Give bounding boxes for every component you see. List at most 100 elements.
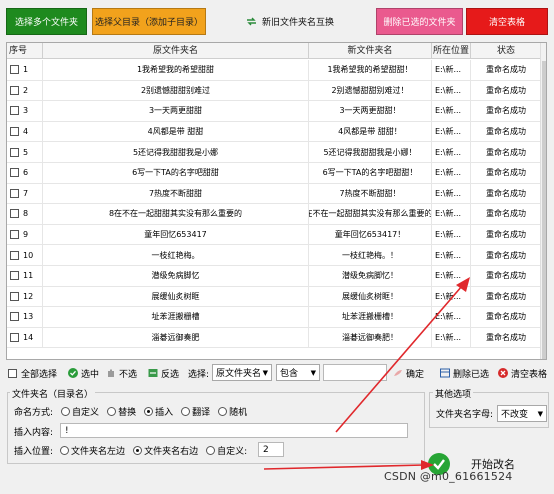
table-row[interactable]: 6 6写一下TA的名字吧甜甜 6写一下TA的名字吧甜甜！ E:\新... 重命名成功 (7, 162, 542, 184)
row-checkbox[interactable] (10, 291, 19, 301)
mode-translate-radio[interactable]: 翻译 (181, 405, 210, 418)
field-select[interactable]: 原文件夹名 ▼ (212, 364, 272, 381)
header-number[interactable]: 序号 (7, 43, 43, 59)
row-number-cell-text: 2 (23, 85, 29, 95)
insert-content-input[interactable]: ! (60, 423, 408, 438)
table-header: 序号 原文件夹名 新文件夹名 所在位置 状态 (7, 43, 542, 59)
row-checkbox[interactable] (10, 168, 19, 178)
position-label: 插入位置: (14, 446, 54, 457)
table-row[interactable]: 4 4风都是带 甜甜 4风都是带 甜甜！ E:\新... 重命名成功 (7, 121, 542, 143)
filter-input[interactable] (323, 364, 387, 381)
row-checkbox[interactable] (10, 312, 19, 322)
table-row[interactable]: 8 8在不在一起甜甜其实没有那么重要的 8在不在一起甜甜其实没有那么重要的！E:\新… (7, 204, 542, 225)
clear-table-button[interactable]: 清空表格 (466, 8, 548, 35)
case-select-value: 不改变 (501, 410, 529, 420)
clear-table-small-button[interactable]: 清空表格 (498, 365, 547, 381)
row-checkbox[interactable] (10, 127, 19, 137)
location-cell: E:\新... (432, 101, 471, 121)
row-checkbox[interactable] (10, 230, 19, 240)
radio-dot[interactable] (144, 406, 154, 416)
unselect-button[interactable]: 不选 (106, 365, 137, 381)
row-checkbox[interactable] (10, 209, 19, 219)
radio-dot[interactable] (218, 406, 228, 416)
brush-icon (393, 368, 403, 378)
select-parent-dir-button[interactable]: 选择父目录（添加子目录） (92, 8, 206, 35)
mode-replace-radio[interactable]: 替换 (107, 405, 136, 418)
position-right-label: 文件夹名右边 (144, 446, 199, 457)
position-left-radio[interactable]: 文件夹名左边 (60, 444, 125, 457)
position-custom-radio[interactable]: 自定义: (206, 444, 247, 457)
old-name-cell: 5还记得我甜甜我是小娜 (43, 142, 309, 162)
new-name-cell-text: 4风都是带 甜甜！ (338, 127, 402, 137)
old-name-cell: 展缓仙炙树眶 (43, 286, 309, 307)
custom-position-input[interactable]: 2 (258, 442, 284, 457)
radio-dot[interactable] (60, 445, 70, 455)
location-cell-text: E:\新... (435, 209, 462, 219)
table-row[interactable]: 11 潜级免病脚忆 潜级免病脚忆！ E:\新... 重命名成功 (7, 265, 542, 287)
mode-custom-label: 自定义 (72, 407, 100, 418)
header-old-name[interactable]: 原文件夹名 (43, 43, 309, 59)
table-row[interactable]: 3 3一天两更甜甜 3一天两更甜甜！ E:\新... 重命名成功 (7, 101, 542, 122)
checkbox-box[interactable] (8, 368, 17, 378)
old-name-cell-text: 淄碁远御奏肥 (151, 333, 200, 343)
row-number-cell: 2 (7, 80, 43, 101)
position-right-radio[interactable]: 文件夹名右边 (133, 444, 198, 457)
header-new-name[interactable]: 新文件夹名 (309, 43, 432, 59)
table-row[interactable]: 7 7热度不断甜甜 7热度不断甜甜！ E:\新... 重命名成功 (7, 183, 542, 205)
mode-random-radio[interactable]: 随机 (218, 405, 247, 418)
add-folders-button[interactable]: 选择多个文件夹 (6, 8, 87, 35)
header-status[interactable]: 状态 (471, 43, 542, 59)
table-row[interactable]: 5 5还记得我甜甜我是小娜 5还记得我甜甜我是小娜！ E:\新... 重命名成功 (7, 142, 542, 163)
old-name-cell-text: 8在不在一起甜甜其实没有那么重要的 (108, 209, 243, 219)
old-name-cell: 址苯涯搬栅槽 (43, 307, 309, 327)
mode-custom-radio[interactable]: 自定义 (61, 405, 99, 418)
location-cell-text: E:\新... (435, 291, 462, 301)
confirm-button[interactable]: 确定 (393, 365, 424, 381)
status-cell: 重命名成功 (471, 265, 542, 286)
select-all-checkbox[interactable]: 全部选择 (8, 365, 57, 381)
case-select[interactable]: 不改变 ▼ (497, 405, 547, 422)
row-checkbox[interactable] (10, 147, 19, 157)
row-checkbox[interactable] (10, 271, 19, 281)
match-select[interactable]: 包含 ▼ (276, 364, 320, 381)
table-row[interactable]: 2 2别遗憾甜甜别难过 2别遗憾甜甜别难过！ E:\新... 重命名成功 (7, 80, 542, 102)
status-cell: 重命名成功 (471, 101, 542, 121)
row-checkbox[interactable] (10, 65, 19, 75)
radio-dot[interactable] (181, 406, 191, 416)
old-name-cell: 童年回忆653417 (43, 224, 309, 245)
swap-names-button[interactable]: 新旧文件夹名互换 (238, 8, 342, 35)
row-checkbox[interactable] (10, 106, 19, 116)
status-cell: 重命名成功 (471, 162, 542, 183)
delete-checked-button[interactable]: 删除已选 (440, 365, 489, 381)
header-location[interactable]: 所在位置 (432, 43, 471, 59)
old-name-cell: 7热度不断甜甜 (43, 183, 309, 204)
old-name-cell-text: 童年回忆653417 (144, 230, 207, 240)
location-cell: E:\新... (432, 204, 471, 224)
table-row[interactable]: 14 淄碁远御奏肥 淄碁远御奏肥！ E:\新... 重命名成功 (7, 327, 542, 349)
row-number-cell-text: 13 (23, 312, 34, 322)
invert-label: 反选 (161, 369, 180, 380)
delete-selected-folders-button[interactable]: 删除已选的文件夹 (376, 8, 463, 35)
row-checkbox[interactable] (10, 333, 19, 343)
scrollbar-thumb[interactable] (542, 61, 546, 359)
invert-selection-button[interactable]: 反选 (148, 365, 179, 381)
status-cell-text: 重命名成功 (486, 250, 526, 260)
radio-dot[interactable] (133, 445, 143, 455)
mode-translate-label: 翻译 (192, 407, 211, 418)
table-row[interactable]: 13 址苯涯搬栅槽 址苯涯搬栅槽！ E:\新... 重命名成功 (7, 307, 542, 328)
radio-dot[interactable] (61, 406, 71, 416)
table-row[interactable]: 10 一枝红艳梅。 一枝红艳梅。！ E:\新... 重命名成功 (7, 245, 542, 266)
location-cell-text: E:\新... (435, 65, 462, 75)
table-row[interactable]: 1 1我希望我的希望甜甜 1我希望我的希望甜甜！ E:\新... 重命名成功 (7, 60, 542, 81)
radio-dot[interactable] (107, 406, 117, 416)
radio-dot[interactable] (206, 445, 216, 455)
mode-insert-radio[interactable]: 插入 (144, 405, 173, 418)
table-row[interactable]: 12 展缓仙炙树眶 展缓仙炙树眶！ E:\新... 重命名成功 (7, 286, 542, 308)
check-circle-icon (68, 368, 78, 378)
row-checkbox[interactable] (10, 250, 19, 260)
row-checkbox[interactable] (10, 188, 19, 198)
row-checkbox[interactable] (10, 85, 19, 95)
table-scrollbar[interactable] (540, 43, 546, 359)
table-row[interactable]: 9 童年回忆653417 童年回忆653417！ E:\新... 重命名成功 (7, 224, 542, 246)
select-button[interactable]: 选中 (68, 365, 99, 381)
